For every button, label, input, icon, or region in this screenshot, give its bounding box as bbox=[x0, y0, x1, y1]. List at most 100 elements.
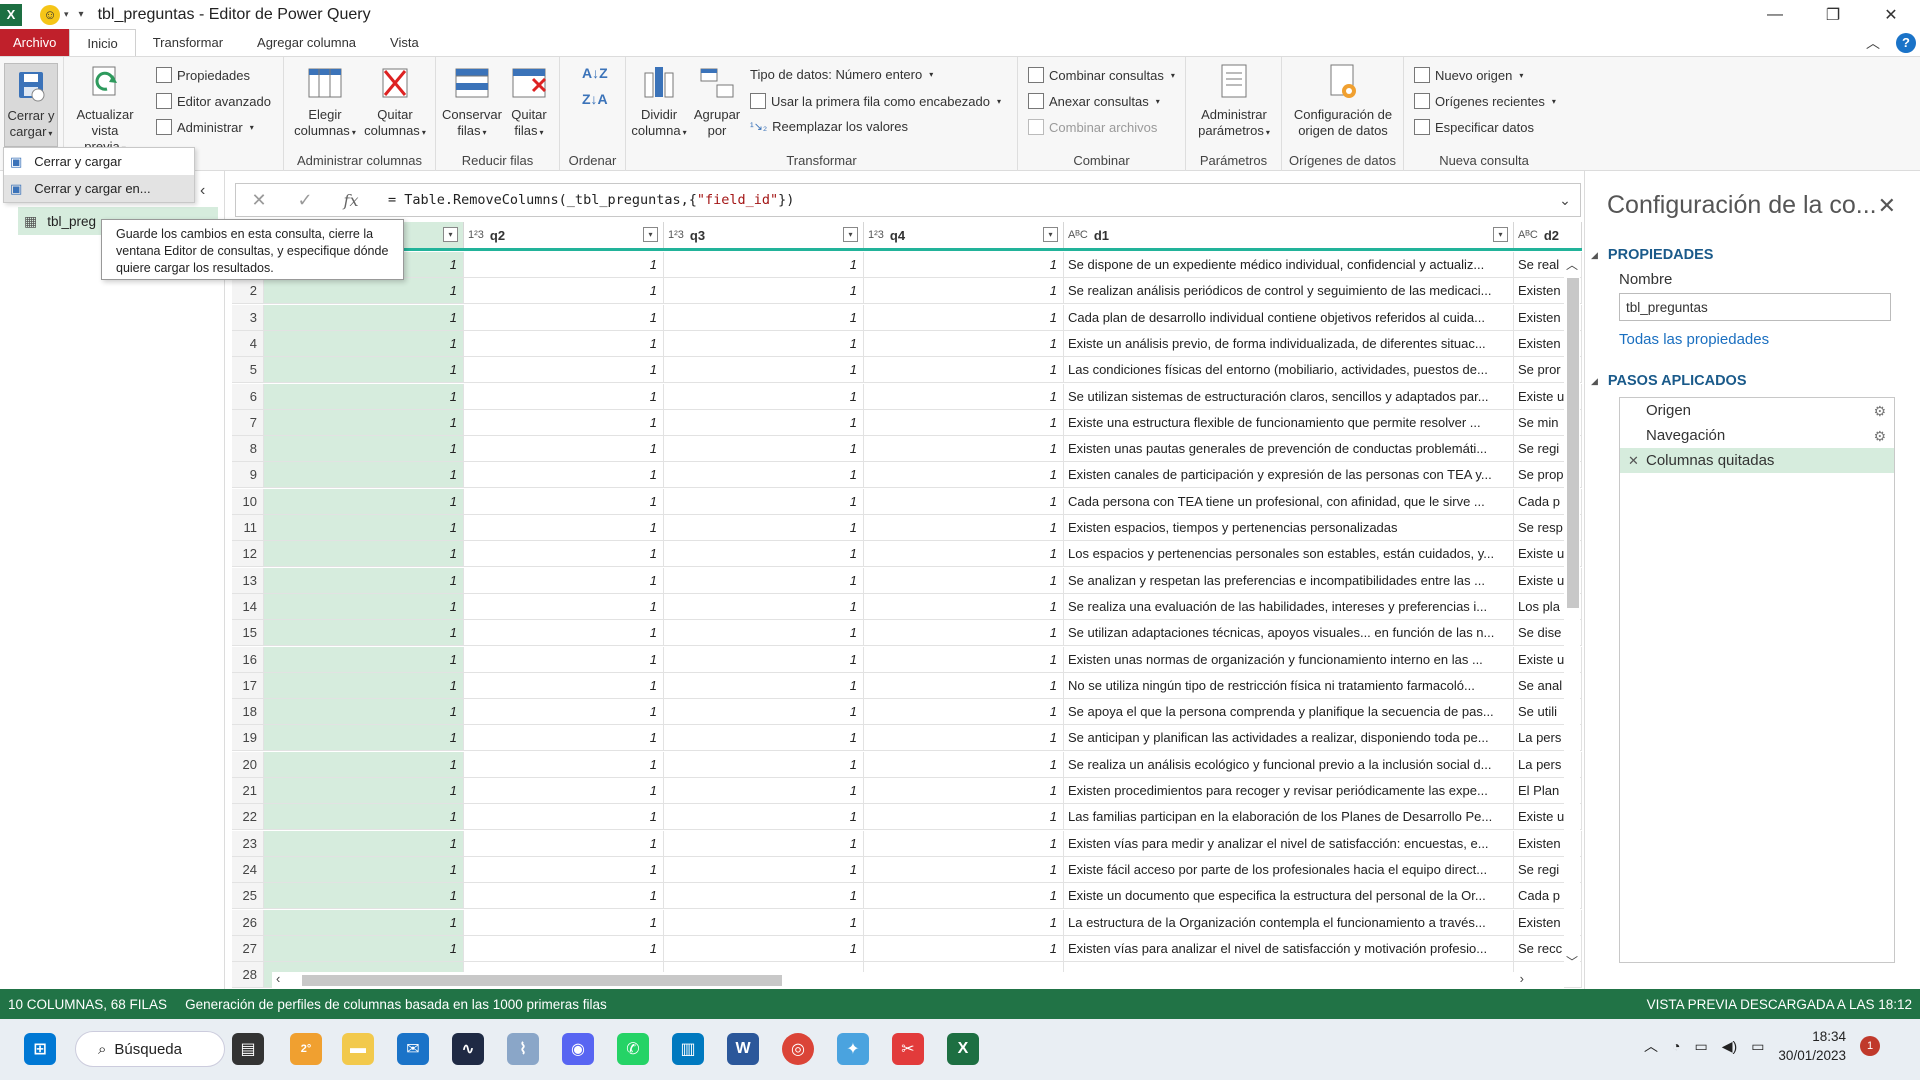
chart-app-icon[interactable]: ⌇ bbox=[507, 1033, 539, 1065]
table-cell[interactable]: 1 bbox=[864, 567, 1064, 594]
table-cell[interactable]: 1 bbox=[864, 830, 1064, 857]
table-cell[interactable]: 1 bbox=[464, 883, 664, 910]
table-cell[interactable]: 1 bbox=[864, 672, 1064, 699]
row-number[interactable]: 12 bbox=[232, 541, 264, 568]
table-cell[interactable]: 1 bbox=[664, 672, 864, 699]
table-cell[interactable]: 1 bbox=[264, 699, 464, 726]
quick-access-customize-icon[interactable]: ▾ bbox=[79, 9, 84, 20]
scroll-down-icon[interactable]: ﹀ bbox=[1566, 953, 1578, 970]
table-cell[interactable]: 1 bbox=[864, 541, 1064, 568]
table-cell[interactable]: 1 bbox=[864, 488, 1064, 515]
table-cell[interactable]: 1 bbox=[664, 488, 864, 515]
word-icon[interactable]: W bbox=[727, 1033, 759, 1065]
table-cell[interactable]: 1 bbox=[264, 383, 464, 410]
restore-button[interactable]: ❐ bbox=[1804, 0, 1862, 29]
table-cell[interactable]: 1 bbox=[464, 751, 664, 778]
table-cell[interactable]: Cada persona con TEA tiene un profesiona… bbox=[1064, 488, 1514, 515]
column-type-icon[interactable]: AᴮC bbox=[1068, 229, 1088, 241]
row-number[interactable]: 28 bbox=[232, 962, 264, 988]
table-cell[interactable]: 1 bbox=[864, 778, 1064, 804]
table-cell[interactable]: 1 bbox=[464, 935, 664, 962]
table-cell[interactable]: 1 bbox=[864, 646, 1064, 673]
tab-archivo[interactable]: Archivo bbox=[0, 29, 70, 56]
table-cell[interactable]: Existe un análisis previo, de forma indi… bbox=[1064, 330, 1514, 357]
table-cell[interactable]: 1 bbox=[664, 567, 864, 594]
fx-icon[interactable]: fx bbox=[328, 191, 374, 210]
table-cell[interactable]: 1 bbox=[464, 278, 664, 305]
gear-icon[interactable]: ⚙ bbox=[1873, 428, 1886, 445]
table-cell[interactable]: 1 bbox=[264, 541, 464, 568]
snipping-tool-icon[interactable]: ✂ bbox=[892, 1033, 924, 1065]
gear-icon[interactable]: ⚙ bbox=[1873, 403, 1886, 420]
discord-icon[interactable]: ◉ bbox=[562, 1033, 594, 1065]
filter-dropdown-icon[interactable]: ▾ bbox=[1493, 227, 1508, 242]
table-cell[interactable]: 1 bbox=[264, 488, 464, 515]
combine-files-button[interactable]: Combinar archivos bbox=[1028, 119, 1157, 135]
expand-formula-icon[interactable]: ⌄ bbox=[1550, 192, 1580, 209]
manage-button[interactable]: Administrar ▾ bbox=[156, 119, 254, 135]
table-cell[interactable]: Existen canales de participación y expre… bbox=[1064, 462, 1514, 489]
table-cell[interactable]: 1 bbox=[464, 646, 664, 673]
table-cell[interactable]: 1 bbox=[464, 488, 664, 515]
row-number[interactable]: 3 bbox=[232, 304, 264, 331]
mail-icon[interactable]: ✉ bbox=[397, 1033, 429, 1065]
table-cell[interactable]: 1 bbox=[464, 515, 664, 541]
collapse-ribbon-icon[interactable]: ︿ bbox=[1866, 33, 1880, 53]
app-icon[interactable]: ✦ bbox=[837, 1033, 869, 1065]
table-cell[interactable]: Se utilizan sistemas de estructuración c… bbox=[1064, 383, 1514, 410]
table-cell[interactable]: 1 bbox=[864, 409, 1064, 436]
row-number[interactable]: 10 bbox=[232, 488, 264, 515]
tab-inicio[interactable]: Inicio bbox=[69, 29, 136, 56]
column-header[interactable]: AᴮC d1 ▾ bbox=[1064, 222, 1514, 248]
table-cell[interactable]: 1 bbox=[264, 672, 464, 699]
table-cell[interactable]: 1 bbox=[864, 751, 1064, 778]
table-cell[interactable]: 1 bbox=[864, 278, 1064, 305]
chevron-down-icon[interactable]: ▾ bbox=[64, 9, 69, 20]
row-number[interactable]: 11 bbox=[232, 515, 264, 541]
step-columnas-quitadas[interactable]: ✕ Columnas quitadas bbox=[1620, 448, 1894, 473]
table-cell[interactable]: Existe fácil acceso por parte de los pro… bbox=[1064, 856, 1514, 883]
vertical-scroll-thumb[interactable] bbox=[1567, 278, 1579, 608]
table-cell[interactable]: 1 bbox=[464, 462, 664, 489]
table-cell[interactable]: 1 bbox=[864, 909, 1064, 936]
close-and-load-button[interactable]: Cerrar y cargar ▾ bbox=[4, 63, 58, 147]
table-cell[interactable]: 1 bbox=[464, 541, 664, 568]
group-by-button[interactable]: Agrupar por bbox=[688, 63, 746, 139]
row-number[interactable]: 21 bbox=[232, 778, 264, 804]
menu-close-and-load[interactable]: ▣ Cerrar y cargar bbox=[4, 148, 194, 175]
table-cell[interactable]: 1 bbox=[664, 778, 864, 804]
table-cell[interactable]: 1 bbox=[264, 436, 464, 463]
table-cell[interactable]: 1 bbox=[264, 304, 464, 331]
merge-queries-button[interactable]: Combinar consultas ▾ bbox=[1028, 67, 1175, 83]
column-header[interactable]: AᴮC d2 bbox=[1514, 222, 1582, 248]
row-number[interactable]: 14 bbox=[232, 593, 264, 620]
table-cell[interactable]: 1 bbox=[264, 567, 464, 594]
table-cell[interactable]: 1 bbox=[864, 515, 1064, 541]
whatsapp-icon[interactable]: ✆ bbox=[617, 1033, 649, 1065]
volume-icon[interactable]: ◀) bbox=[1722, 1038, 1737, 1055]
table-cell[interactable]: 1 bbox=[664, 357, 864, 384]
column-type-icon[interactable]: AᴮC bbox=[1518, 229, 1538, 241]
row-number[interactable]: 18 bbox=[232, 699, 264, 726]
table-cell[interactable]: 1 bbox=[264, 620, 464, 647]
table-cell[interactable]: 1 bbox=[664, 278, 864, 305]
taskbar-search[interactable]: ⌕ Búsqueda bbox=[75, 1031, 225, 1067]
table-cell[interactable]: 1 bbox=[664, 883, 864, 910]
table-cell[interactable]: 1 bbox=[464, 699, 664, 726]
table-cell[interactable]: 1 bbox=[464, 383, 664, 410]
table-cell[interactable]: Existen vías para medir y analizar el ni… bbox=[1064, 830, 1514, 857]
table-cell[interactable]: Los espacios y pertenencias personales s… bbox=[1064, 541, 1514, 568]
row-number[interactable]: 7 bbox=[232, 409, 264, 436]
column-type-icon[interactable]: 1²3 bbox=[668, 229, 684, 241]
table-cell[interactable]: Existen unas normas de organización y fu… bbox=[1064, 646, 1514, 673]
table-cell[interactable]: 1 bbox=[264, 725, 464, 752]
column-header[interactable]: 1²3 q2 ▾ bbox=[464, 222, 664, 248]
table-cell[interactable]: 1 bbox=[664, 383, 864, 410]
filter-dropdown-icon[interactable]: ▾ bbox=[643, 227, 658, 242]
row-number[interactable]: 25 bbox=[232, 883, 264, 910]
table-cell[interactable]: 1 bbox=[464, 593, 664, 620]
enter-data-button[interactable]: Especificar datos bbox=[1414, 119, 1534, 135]
table-cell[interactable]: 1 bbox=[664, 699, 864, 726]
table-cell[interactable]: 1 bbox=[864, 699, 1064, 726]
remove-columns-button[interactable]: Quitar columnas ▾ bbox=[362, 63, 428, 141]
